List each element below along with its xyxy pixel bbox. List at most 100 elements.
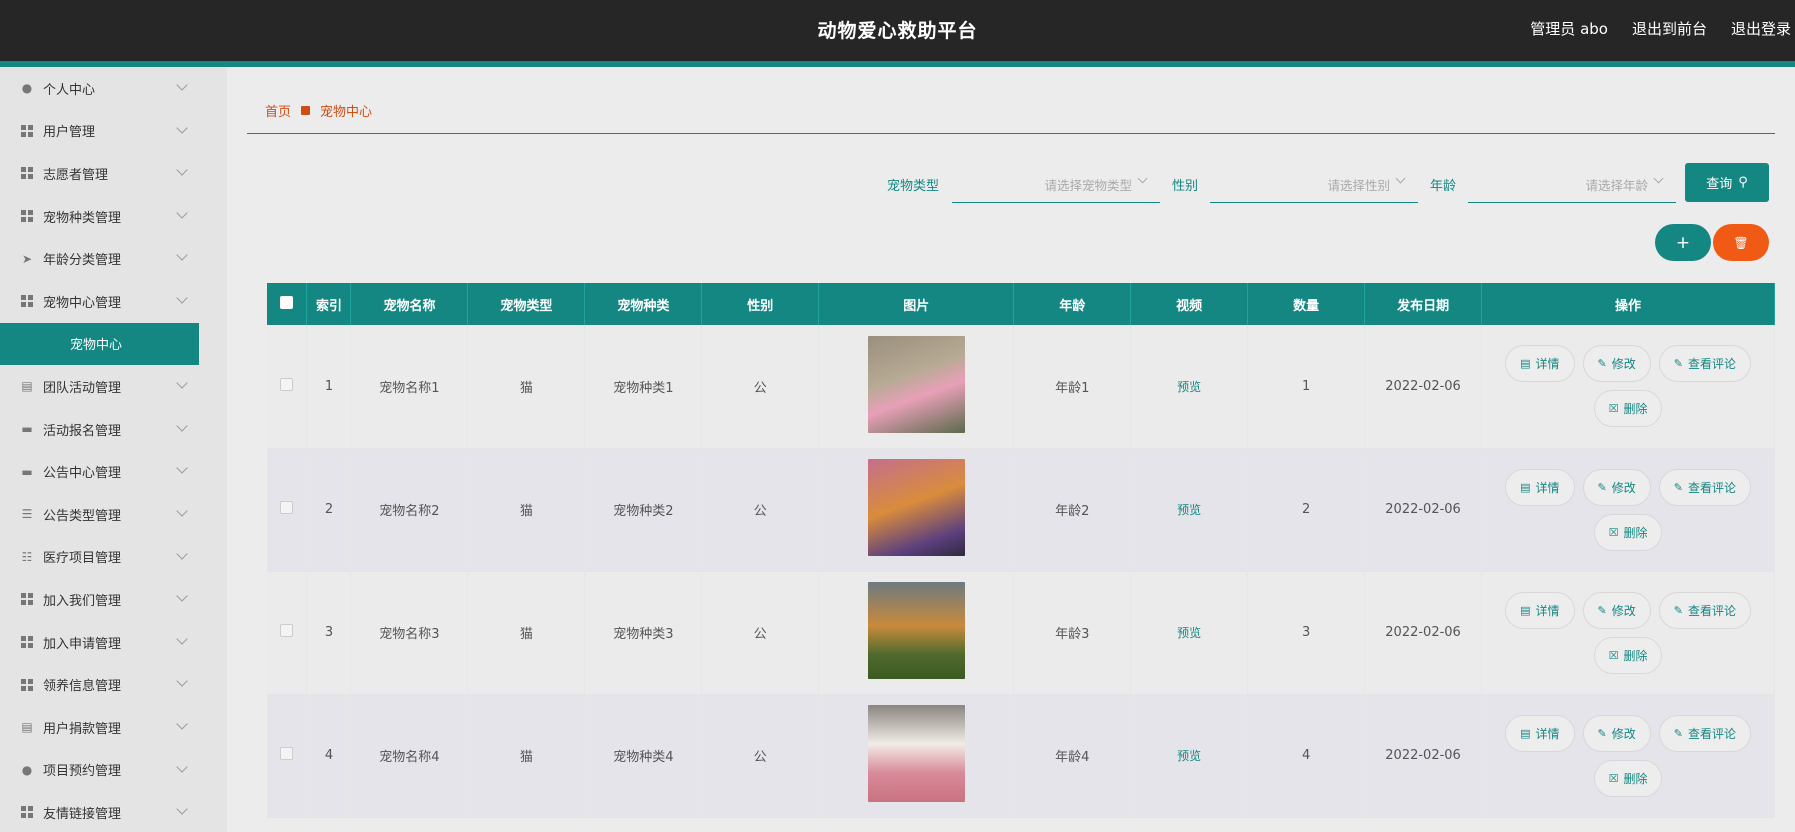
sidebar-item-4[interactable]: ➤ 年龄分类管理 <box>0 237 227 280</box>
sidebar-item-14[interactable]: 领养信息管理 <box>0 663 227 706</box>
detail-icon: ▤ <box>1520 726 1531 740</box>
row-checkbox[interactable] <box>280 747 294 760</box>
index-cell-text: 4 <box>324 748 334 763</box>
batch-delete-button[interactable]: 🗑 <box>1713 224 1769 261</box>
row-checkbox[interactable] <box>280 377 294 391</box>
select-all-cell[interactable] <box>267 283 308 325</box>
sidebar-item-8[interactable]: ▬ 活动报名管理 <box>0 408 227 451</box>
query-button[interactable]: 查询 ⚲ <box>1685 163 1769 202</box>
row-select-cell[interactable] <box>267 694 308 818</box>
edit-label: 修改 <box>1611 726 1636 741</box>
admin-label: 管理员 abo <box>1530 20 1608 38</box>
pet-image[interactable] <box>867 582 965 679</box>
grid-icon <box>20 209 34 223</box>
sidebar-item-2[interactable]: 志愿者管理 <box>0 152 227 195</box>
search-icon: ⚲ <box>1738 175 1748 190</box>
sidebar-item-label: 用户管理 <box>43 125 96 141</box>
sex-cell: 公 <box>701 694 820 818</box>
index-cell: 4 <box>306 694 352 818</box>
delete-icon: ☒ <box>1608 402 1619 416</box>
sidebar-item-10[interactable]: ☰ 公告类型管理 <box>0 493 227 536</box>
video-preview-link[interactable]: 预览 <box>1177 749 1201 763</box>
sidebar-item-6[interactable]: 宠物中心 <box>0 322 199 366</box>
index-cell: 2 <box>306 448 352 572</box>
sidebar-item-12[interactable]: 加入我们管理 <box>0 578 227 621</box>
add-button[interactable]: + <box>1655 224 1711 261</box>
sidebar-item-5[interactable]: 宠物中心管理 <box>0 280 227 323</box>
pet-image[interactable] <box>867 335 965 433</box>
detail-button[interactable]: ▤ 详情 <box>1505 714 1575 752</box>
kind-cell-text: 宠物种类3 <box>613 627 674 642</box>
edit-icon: ✎ <box>1597 603 1607 617</box>
delete-label: 删除 <box>1623 648 1648 663</box>
index-cell-text: 1 <box>324 378 334 394</box>
delete-button[interactable]: ☒ 删除 <box>1593 513 1663 551</box>
edit-label: 修改 <box>1611 357 1636 372</box>
pet-image[interactable] <box>867 459 965 556</box>
age-select[interactable]: 请选择年龄 <box>1468 163 1676 203</box>
date-cell: 2022-02-06 <box>1364 325 1483 449</box>
name-cell: 宠物名称2 <box>350 448 469 572</box>
sex-select[interactable]: 请选择性别 <box>1210 163 1418 203</box>
delete-button[interactable]: ☒ 删除 <box>1593 390 1663 428</box>
sidebar-item-label: 个人中心 <box>43 82 96 98</box>
ops-cell: ▤ 详情 ✎ 修改 ✎ 查看评论 ☒ 删除 <box>1481 448 1775 572</box>
grid-icon <box>20 805 34 819</box>
sidebar-item-15[interactable]: ▤ 用户捐款管理 <box>0 706 227 749</box>
pet-image[interactable] <box>867 705 965 802</box>
sidebar-item-9[interactable]: ▬ 公告中心管理 <box>0 450 227 493</box>
sidebar-item-3[interactable]: 宠物种类管理 <box>0 195 227 238</box>
sidebar-item-16[interactable]: ● 项目预约管理 <box>0 749 227 792</box>
count-cell-text: 1 <box>1301 378 1311 394</box>
detail-button[interactable]: ▤ 详情 <box>1505 345 1575 383</box>
sidebar-item-label: 领养信息管理 <box>43 679 122 695</box>
sidebar-item-17[interactable]: 友情链接管理 <box>0 791 227 832</box>
delete-icon: ☒ <box>1608 648 1619 662</box>
column-header: 图片 <box>818 283 1015 325</box>
detail-button[interactable]: ▤ 详情 <box>1505 591 1575 629</box>
age-cell: 年龄2 <box>1013 448 1132 572</box>
row-checkbox[interactable] <box>280 501 294 514</box>
user-icon: ● <box>21 762 33 777</box>
edit-button[interactable]: ✎ 修改 <box>1582 591 1651 629</box>
comments-button[interactable]: ✎ 查看评论 <box>1658 468 1751 506</box>
sidebar: ● 个人中心 用户管理 志愿者管理 宠物种类管理 ➤ 年龄分类管理 宠物中心管理 宠物中心 ▤ 团队… <box>0 67 227 832</box>
date-cell: 2022-02-06 <box>1364 694 1483 818</box>
logout-link[interactable]: 退出登录 <box>1731 18 1791 39</box>
sidebar-item-0[interactable]: ● 个人中心 <box>0 67 227 110</box>
sidebar-item-11[interactable]: ☷ 医疗项目管理 <box>0 536 227 579</box>
sex-select-placeholder: 请选择性别 <box>1327 178 1390 193</box>
comments-button[interactable]: ✎ 查看评论 <box>1658 591 1751 629</box>
count-cell: 4 <box>1247 694 1366 818</box>
edit-button[interactable]: ✎ 修改 <box>1582 345 1651 383</box>
sidebar-item-label: 宠物种类管理 <box>43 210 122 226</box>
app-title: 动物爱心救助平台 <box>817 20 978 42</box>
type-select[interactable]: 请选择宠物类型 <box>952 163 1160 203</box>
delete-button[interactable]: ☒ 删除 <box>1593 759 1663 797</box>
sidebar-item-1[interactable]: 用户管理 <box>0 110 227 153</box>
video-preview-link[interactable]: 预览 <box>1177 380 1201 394</box>
video-cell: 预览 <box>1130 571 1249 695</box>
comments-button[interactable]: ✎ 查看评论 <box>1658 714 1751 752</box>
video-preview-link[interactable]: 预览 <box>1177 626 1201 640</box>
delete-button[interactable]: ☒ 删除 <box>1593 636 1663 674</box>
name-cell-text: 宠物名称4 <box>379 750 440 765</box>
row-select-cell[interactable] <box>267 571 308 695</box>
detail-button[interactable]: ▤ 详情 <box>1505 468 1575 506</box>
sidebar-item-13[interactable]: 加入申请管理 <box>0 621 227 664</box>
row-select-cell[interactable] <box>267 448 308 572</box>
exit-to-front-link[interactable]: 退出到前台 <box>1632 18 1707 39</box>
comments-button[interactable]: ✎ 查看评论 <box>1658 345 1751 383</box>
sex-cell-text: 公 <box>753 750 767 765</box>
breadcrumb-home[interactable]: 首页 <box>265 101 291 120</box>
edit-button[interactable]: ✎ 修改 <box>1582 714 1651 752</box>
video-preview-link[interactable]: 预览 <box>1177 503 1201 517</box>
sidebar-item-7[interactable]: ▤ 团队活动管理 <box>0 365 227 408</box>
row-checkbox[interactable] <box>280 624 294 637</box>
select-all-checkbox[interactable] <box>280 295 294 309</box>
edit-button[interactable]: ✎ 修改 <box>1582 468 1651 506</box>
age-cell: 年龄1 <box>1013 325 1132 449</box>
count-cell-text: 3 <box>1301 625 1311 640</box>
row-select-cell[interactable] <box>267 325 308 449</box>
column-header: 年龄 <box>1013 283 1132 325</box>
